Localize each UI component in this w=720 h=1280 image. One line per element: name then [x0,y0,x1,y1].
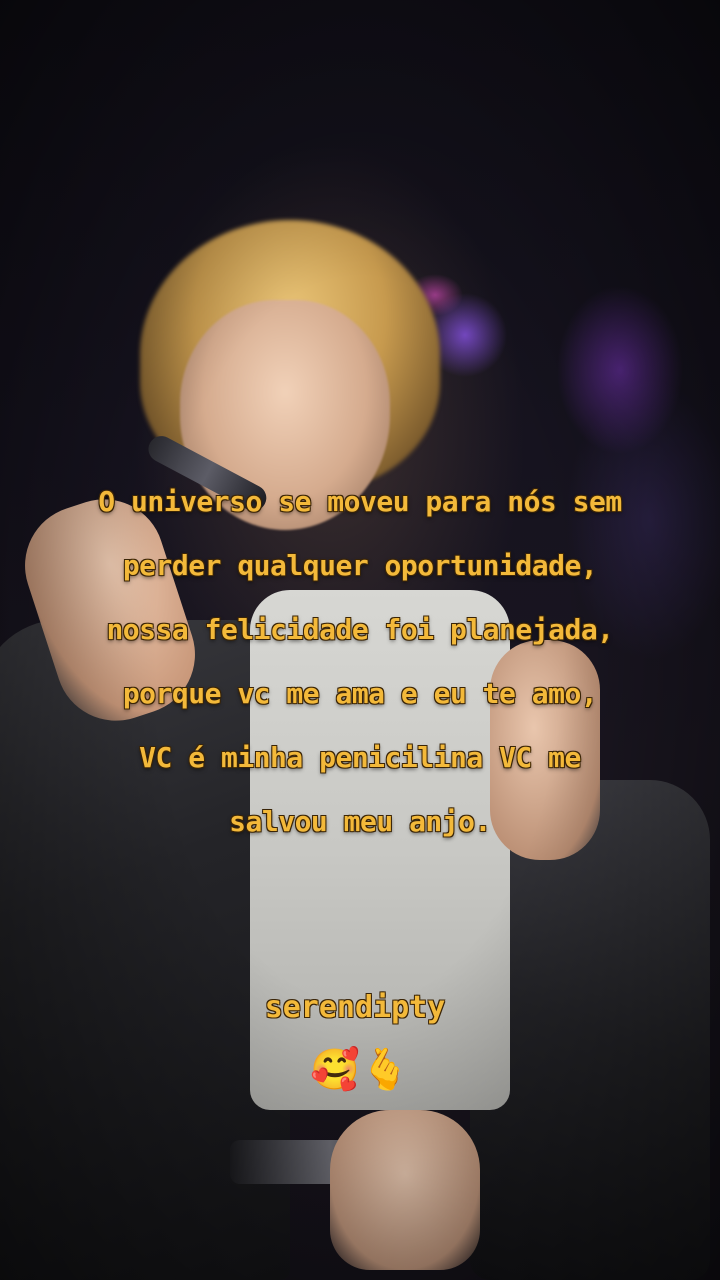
caption-line: perder qualquer oportunidade, [122,549,598,582]
signature-text: serendipty [264,990,446,1025]
caption-line: O universo se moveu para nós sem [98,485,622,518]
caption-line: salvou meu anjo. [229,805,491,838]
emoji-reaction: 🥰🫰 [310,1047,410,1092]
caption-line: nossa felicidade foi planejada, [106,613,614,646]
caption-line: porque vc me ama e eu te amo, [122,677,598,710]
caption-line: VC é minha penicilina VC me [139,741,581,774]
video-frame[interactable]: O universo se moveu para nós sem perder … [0,0,720,1280]
caption-text: O universo se moveu para nós sem perder … [60,470,660,854]
